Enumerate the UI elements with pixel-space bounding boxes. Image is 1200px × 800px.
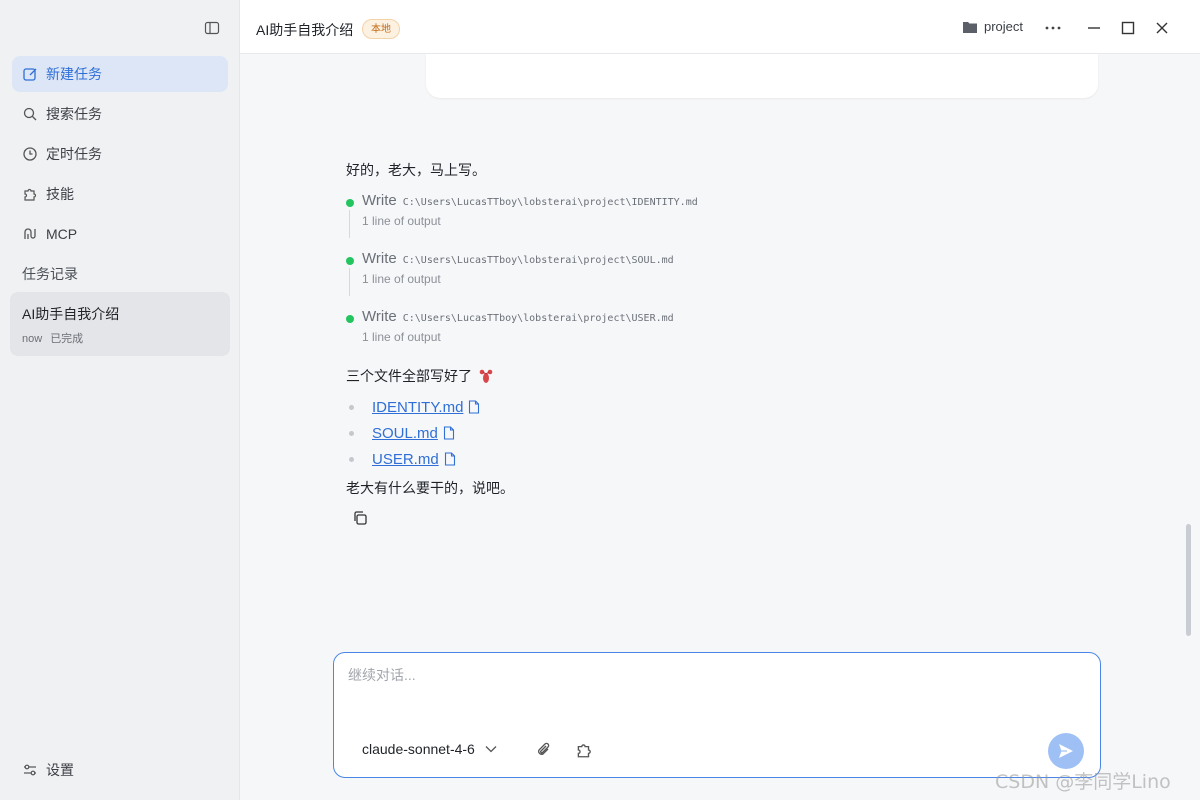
file-icon[interactable]	[443, 426, 455, 440]
file-link[interactable]: IDENTITY.md	[372, 399, 463, 416]
maximize-icon[interactable]	[1120, 20, 1136, 36]
reply-intro: 好的，老大，马上写。	[346, 162, 486, 178]
sidebar-item-skills[interactable]: 技能	[12, 176, 228, 212]
send-icon	[1057, 742, 1075, 760]
file-list: IDENTITY.md SOUL.md USER.md	[346, 394, 1106, 472]
assistant-message: 好的，老大，马上写。 Write C:\Users\LucasTTboy\lobs…	[346, 160, 1106, 526]
tool-path: C:\Users\LucasTTboy\lobsterai\project\SO…	[402, 255, 674, 266]
sidebar-item-mcp[interactable]: MCP	[12, 216, 228, 252]
main-panel: AI助手自我介绍 本地 project 好的，老大，马上写。 Write C:\…	[240, 0, 1200, 800]
tool-connector	[349, 210, 350, 238]
file-link[interactable]: SOUL.md	[372, 425, 438, 442]
bullet	[349, 456, 354, 462]
settings-button[interactable]: 设置	[22, 760, 74, 780]
tool-call[interactable]: Write C:\Users\LucasTTboy\lobsterai\proje…	[346, 192, 1106, 238]
history-item-status: 已完成	[50, 333, 84, 345]
success-dot-icon	[346, 315, 354, 323]
copy-icon[interactable]	[352, 510, 368, 526]
closing-message: 老大有什么要干的，说吧。	[346, 480, 514, 496]
bullet	[349, 404, 354, 410]
previous-message-card	[426, 54, 1098, 98]
done-message: 三个文件全部写好了	[346, 366, 1106, 386]
tool-label: Write	[362, 308, 397, 325]
list-item: USER.md	[346, 446, 1106, 472]
sidebar-item-label: 新建任务	[46, 66, 102, 82]
history-section-label: 任务记录	[22, 266, 78, 282]
watermark: CSDN @李同学Lino	[995, 771, 1171, 793]
sidebar-item-label: 技能	[46, 186, 74, 202]
chevron-down-icon	[485, 745, 497, 753]
tool-connector	[349, 268, 350, 296]
bullet	[349, 430, 354, 436]
tool-output: 1 line of output	[362, 214, 441, 228]
tool-call[interactable]: Write C:\Users\LucasTTboy\lobsterai\proje…	[346, 308, 1106, 354]
status-badge: 本地	[362, 19, 400, 39]
puzzle-icon	[22, 186, 38, 202]
sidebar-toggle-icon[interactable]	[202, 18, 222, 38]
sidebar-nav: 新建任务 搜索任务 定时任务 技能 MCP	[12, 56, 228, 256]
file-link[interactable]: USER.md	[372, 451, 439, 468]
history-item[interactable]: AI助手自我介绍 now 已完成	[10, 292, 230, 356]
tool-label: Write	[362, 192, 397, 209]
minimize-icon[interactable]	[1086, 20, 1102, 36]
history-item-meta: now 已完成	[22, 330, 218, 346]
success-dot-icon	[346, 257, 354, 265]
sidebar-item-label: 定时任务	[46, 146, 102, 162]
folder-label: project	[984, 19, 1024, 34]
more-icon[interactable]	[1045, 20, 1061, 36]
sidebar: 新建任务 搜索任务 定时任务 技能 MCP 任务记录 AI助手自我介绍 now …	[0, 0, 240, 800]
sidebar-item-search-tasks[interactable]: 搜索任务	[12, 96, 228, 132]
sidebar-item-label: 搜索任务	[46, 106, 102, 122]
tool-output: 1 line of output	[362, 272, 441, 286]
mcp-icon	[22, 226, 38, 242]
lobster-icon	[478, 368, 494, 384]
tool-output: 1 line of output	[362, 330, 441, 344]
folder-button[interactable]: project	[962, 19, 1023, 34]
file-icon[interactable]	[444, 452, 456, 466]
list-item: IDENTITY.md	[346, 394, 1106, 420]
tool-label: Write	[362, 250, 397, 267]
message-input[interactable]	[348, 665, 1084, 715]
folder-icon	[962, 20, 978, 34]
page-title: AI助手自我介绍	[256, 22, 354, 38]
file-icon[interactable]	[468, 400, 480, 414]
tool-call[interactable]: Write C:\Users\LucasTTboy\lobsterai\proje…	[346, 250, 1106, 296]
history-item-time: now	[22, 333, 43, 345]
model-name: claude-sonnet-4-6	[362, 741, 475, 757]
list-item: SOUL.md	[346, 420, 1106, 446]
app-window: 新建任务 搜索任务 定时任务 技能 MCP 任务记录 AI助手自我介绍 now …	[0, 0, 1200, 800]
model-selector[interactable]: claude-sonnet-4-6	[362, 741, 497, 757]
sliders-icon	[22, 762, 38, 778]
settings-label: 设置	[46, 762, 74, 778]
history-item-title: AI助手自我介绍	[22, 306, 120, 322]
clock-icon	[22, 146, 38, 162]
search-icon	[22, 106, 38, 122]
send-button[interactable]	[1048, 733, 1084, 769]
puzzle-icon[interactable]	[575, 741, 593, 759]
message-composer: claude-sonnet-4-6	[333, 652, 1101, 778]
tool-path: C:\Users\LucasTTboy\lobsterai\project\US…	[402, 313, 674, 324]
sidebar-item-new-task[interactable]: 新建任务	[12, 56, 228, 92]
success-dot-icon	[346, 199, 354, 207]
scrollbar[interactable]	[1186, 524, 1191, 636]
sidebar-item-scheduled-tasks[interactable]: 定时任务	[12, 136, 228, 172]
tool-path: C:\Users\LucasTTboy\lobsterai\project\ID…	[402, 197, 698, 208]
title-bar: AI助手自我介绍 本地 project	[240, 0, 1200, 54]
sidebar-item-label: MCP	[46, 226, 78, 242]
paperclip-icon[interactable]	[536, 742, 552, 758]
edit-icon	[22, 66, 38, 82]
done-text: 三个文件全部写好了	[346, 368, 472, 384]
close-icon[interactable]	[1154, 20, 1170, 36]
